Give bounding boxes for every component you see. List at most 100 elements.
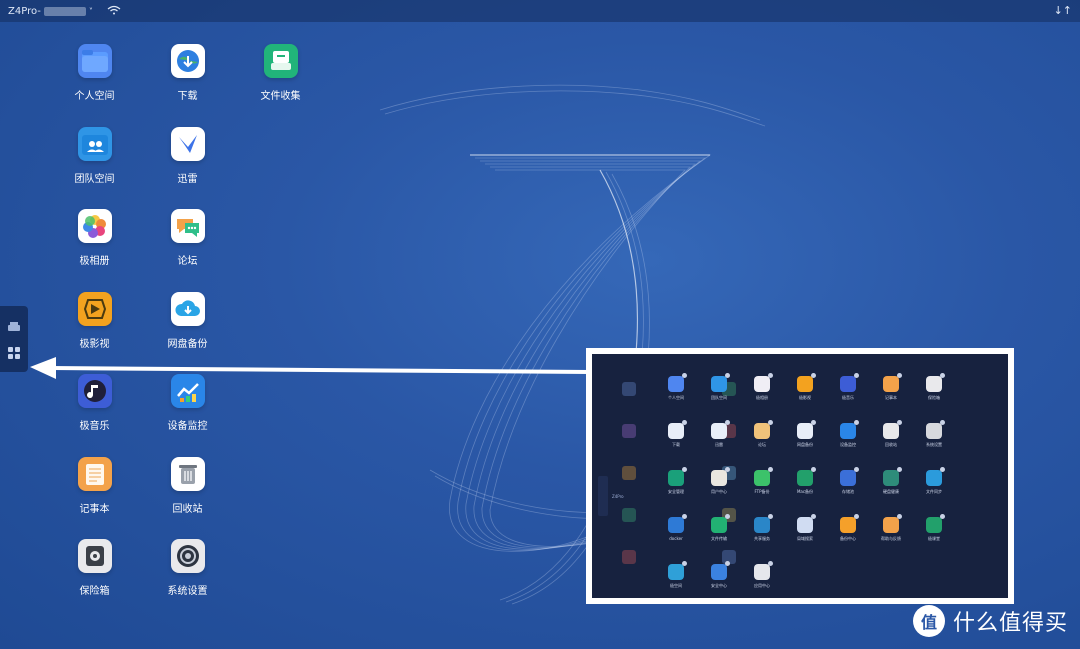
inset-app: 团队空间	[698, 373, 740, 401]
inset-app-icon	[668, 561, 687, 580]
inset-app: 下载	[655, 420, 697, 448]
inset-app-icon	[840, 373, 859, 392]
inset-app-icon	[840, 420, 859, 439]
inset-app-icon	[797, 514, 816, 533]
inset-app: 网盘备份	[784, 420, 826, 448]
inset-app: 文件传输	[698, 514, 740, 542]
inset-app-icon	[711, 420, 730, 439]
inset-blurred-icon	[622, 424, 636, 438]
inset-app-icon	[668, 514, 687, 533]
inset-app-label: 存储池	[842, 489, 854, 494]
inset-app-label: Mac备份	[796, 489, 814, 494]
inset-app-label: 硬盘健康	[883, 489, 899, 494]
inset-app: 安全中心	[698, 561, 740, 589]
inset-app-label: 记事本	[885, 395, 897, 400]
inset-blurred-icon	[622, 382, 636, 396]
inset-app-icon	[840, 514, 859, 533]
inset-app: 存储池	[827, 467, 869, 495]
inset-app: 设备监控	[827, 420, 869, 448]
inset-app: 帮助与反馈	[870, 514, 912, 542]
inset-app: 回收站	[870, 420, 912, 448]
inset-app-label: 帮助与反馈	[881, 536, 901, 541]
inset-app-icon	[926, 373, 945, 392]
inset-app-label: 下载	[672, 442, 680, 447]
inset-app-icon	[754, 373, 773, 392]
inset-app-icon	[797, 467, 816, 486]
inset-app: 系统设置	[913, 420, 955, 448]
watermark-text: 什么值得买	[952, 611, 1068, 636]
inset-device-tag: Z4Pro	[612, 494, 624, 499]
inset-app-label: 极空间	[670, 583, 682, 588]
inset-app: docker	[655, 514, 697, 541]
inset-app-icon	[754, 467, 773, 486]
inset-app-label: 团队空间	[711, 395, 727, 400]
inset-app: 极空间	[655, 561, 697, 589]
inset-app: 记事本	[870, 373, 912, 401]
inset-app-label: 论坛	[758, 442, 766, 447]
inset-app: 备份中心	[827, 514, 869, 542]
inset-app: Mac备份	[784, 467, 826, 495]
inset-app-icon	[797, 420, 816, 439]
inset-app-label: 设备监控	[840, 442, 856, 447]
inset-app-icon	[926, 467, 945, 486]
inset-app-label: 系统设置	[926, 442, 942, 447]
inset-app: 论坛	[741, 420, 783, 448]
inset-app-icon	[754, 561, 773, 580]
inset-app-label: 极相册	[756, 395, 768, 400]
inset-app-label: 极音乐	[842, 395, 854, 400]
inset-app-label: docker	[669, 536, 683, 541]
inset-app-icon	[754, 420, 773, 439]
inset-app-label: FTP备份	[754, 489, 770, 494]
inset-app-icon	[883, 514, 902, 533]
inset-app: 极课堂	[913, 514, 955, 542]
inset-app-label: 极课堂	[928, 536, 940, 541]
inset-app-icon	[883, 467, 902, 486]
inset-app-label: 共享服务	[754, 536, 770, 541]
inset-app-label: 用户中心	[711, 489, 727, 494]
inset-app-label: 安全中心	[711, 583, 727, 588]
inset-app-label: 迅雷	[715, 442, 723, 447]
inset-app: 共享服务	[741, 514, 783, 542]
inset-app: 迅雷	[698, 420, 740, 448]
inset-app-label: 网盘备份	[797, 442, 813, 447]
inset-side-dock	[598, 476, 608, 516]
inset-app-launcher: Z4Pro 个人空间 团队空间 极相册 极影视 极音乐 记事本 保险箱下载 迅雷 论坛 网盘备份 设…	[586, 348, 1014, 604]
inset-app-icon	[668, 467, 687, 486]
inset-app-label: 文件同步	[926, 489, 942, 494]
inset-app-icon	[926, 514, 945, 533]
inset-app: 保险箱	[913, 373, 955, 401]
inset-app-icon	[711, 467, 730, 486]
inset-app: 用户中心	[698, 467, 740, 495]
inset-app-icon	[797, 373, 816, 392]
inset-app: FTP备份	[741, 467, 783, 495]
inset-app-label: 备份中心	[840, 536, 856, 541]
inset-app-label: 极影视	[799, 395, 811, 400]
inset-app-label: 安全管理	[668, 489, 684, 494]
inset-blurred-icon	[622, 466, 636, 480]
inset-app-label: 文件传输	[711, 536, 727, 541]
inset-app-icon	[711, 514, 730, 533]
inset-app: 硬盘健康	[870, 467, 912, 495]
smzdm-logo: 值	[912, 605, 945, 637]
inset-app-icon	[754, 514, 773, 533]
inset-app-icon	[883, 373, 902, 392]
inset-app: 文件同步	[913, 467, 955, 495]
inset-app-icon	[840, 467, 859, 486]
inset-app: 极相册	[741, 373, 783, 401]
inset-app-label: 应用中心	[754, 583, 770, 588]
watermark: 值 什么值得买	[912, 605, 1068, 637]
inset-app-label: 个人空间	[668, 395, 684, 400]
inset-app-label: 回收站	[885, 442, 897, 447]
inset-app-icon	[668, 420, 687, 439]
inset-app-icon	[711, 373, 730, 392]
inset-blurred-icon	[622, 550, 636, 564]
inset-blurred-icon	[622, 508, 636, 522]
inset-app: 极音乐	[827, 373, 869, 401]
inset-app: 个人空间	[655, 373, 697, 401]
inset-app-icon	[711, 561, 730, 580]
inset-app-icon	[668, 373, 687, 392]
inset-app: 局域搜索	[784, 514, 826, 542]
inset-app-icon	[926, 420, 945, 439]
inset-app-icon	[883, 420, 902, 439]
inset-app: 应用中心	[741, 561, 783, 589]
